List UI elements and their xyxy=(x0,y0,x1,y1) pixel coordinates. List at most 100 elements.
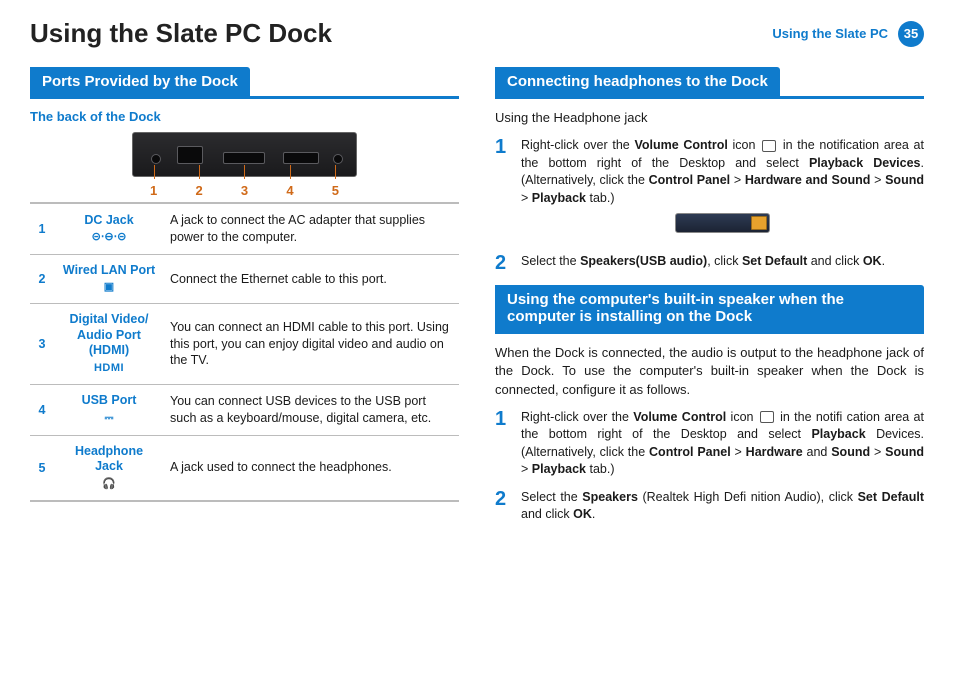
text: > xyxy=(731,445,746,459)
table-row: 1 DC Jack ⊝⋅⊖⋅⊝ A jack to connect the AC… xyxy=(30,203,459,254)
usb-icon: ⎓ xyxy=(60,412,158,426)
step-number: 2 xyxy=(495,253,511,273)
section-heading-label: Connecting headphones to the Dock xyxy=(495,67,780,96)
bold: Hardware and Sound xyxy=(745,173,871,187)
port-label: USB Port ⎓ xyxy=(54,384,164,435)
bold: Playback Devices xyxy=(809,156,921,170)
port-usb-icon xyxy=(283,152,319,164)
text: Select the xyxy=(521,254,580,268)
port-label-text: Headphone Jack xyxy=(75,444,143,474)
text: and click xyxy=(521,507,573,521)
page-title: Using the Slate PC Dock xyxy=(30,18,332,49)
callout-5: 5 xyxy=(332,183,339,198)
section-heading: Ports Provided by the Dock xyxy=(30,67,459,99)
dc-jack-icon: ⊝⋅⊖⋅⊝ xyxy=(60,231,158,245)
text: icon xyxy=(726,410,758,424)
ports-table: 1 DC Jack ⊝⋅⊖⋅⊝ A jack to connect the AC… xyxy=(30,202,459,502)
text: . xyxy=(592,507,595,521)
headphone-icon: 🎧 xyxy=(60,478,158,492)
port-label: Digital Video/ Audio Port (HDMI) HDMI xyxy=(54,304,164,385)
step-body: Right-click over the Volume Control icon… xyxy=(521,409,924,479)
bold: Playback xyxy=(532,462,586,476)
port-hdmi-icon xyxy=(223,152,265,164)
step-body: Right-click over the Volume Control icon… xyxy=(521,137,924,243)
step-item: 1 Right-click over the Volume Control ic… xyxy=(495,409,924,479)
port-label-text: USB Port xyxy=(82,393,137,407)
steps-list-a: 1 Right-click over the Volume Control ic… xyxy=(495,137,924,273)
callout-2: 2 xyxy=(195,183,202,198)
bold: Set Default xyxy=(742,254,807,268)
callout-1: 1 xyxy=(150,183,157,198)
step-body: Select the Speakers (Realtek High Defi n… xyxy=(521,489,924,524)
section-heading: Using the computer's built-in speaker wh… xyxy=(495,285,924,334)
step-item: 1 Right-click over the Volume Control ic… xyxy=(495,137,924,243)
table-row: 3 Digital Video/ Audio Port (HDMI) HDMI … xyxy=(30,304,459,385)
page-header-right: Using the Slate PC 35 xyxy=(772,21,924,47)
section-heading-label: Ports Provided by the Dock xyxy=(30,67,250,96)
bold: Playback xyxy=(811,427,865,441)
text: icon xyxy=(728,138,760,152)
text: , click xyxy=(707,254,742,268)
bold: OK xyxy=(573,507,592,521)
bold: Speakers(USB audio) xyxy=(580,254,707,268)
right-column: Connecting headphones to the Dock Using … xyxy=(495,67,924,536)
bold: OK xyxy=(863,254,882,268)
step-item: 2 Select the Speakers(USB audio), click … xyxy=(495,253,924,273)
page-number-badge: 35 xyxy=(898,21,924,47)
step-number: 2 xyxy=(495,489,511,524)
callout-3: 3 xyxy=(241,183,248,198)
section-heading-label: Using the computer's built-in speaker wh… xyxy=(495,285,924,331)
text: > xyxy=(870,445,885,459)
bold: Sound xyxy=(831,445,870,459)
port-desc: You can connect USB devices to the USB p… xyxy=(164,384,459,435)
port-desc: A jack used to connect the headphones. xyxy=(164,435,459,501)
table-row: 5 Headphone Jack 🎧 A jack used to connec… xyxy=(30,435,459,501)
bold: Control Panel xyxy=(649,173,731,187)
port-number: 4 xyxy=(30,384,54,435)
sub-heading: The back of the Dock xyxy=(30,109,459,124)
port-headphone-icon xyxy=(333,154,343,164)
tray-speaker-icon xyxy=(751,216,767,230)
port-number: 2 xyxy=(30,254,54,303)
section-name: Using the Slate PC xyxy=(772,26,888,41)
table-row: 4 USB Port ⎓ You can connect USB devices… xyxy=(30,384,459,435)
volume-icon xyxy=(760,411,774,423)
volume-icon xyxy=(762,140,776,152)
table-row: 2 Wired LAN Port ▣ Connect the Ethernet … xyxy=(30,254,459,303)
port-number: 1 xyxy=(30,203,54,254)
port-label: Wired LAN Port ▣ xyxy=(54,254,164,303)
callout-4: 4 xyxy=(286,183,293,198)
text: tab.) xyxy=(586,191,615,205)
bold: Volume Control xyxy=(634,138,727,152)
text: > xyxy=(870,173,885,187)
intro-text: Using the Headphone jack xyxy=(495,109,924,127)
port-number: 3 xyxy=(30,304,54,385)
port-label: DC Jack ⊝⋅⊖⋅⊝ xyxy=(54,203,164,254)
step-item: 2 Select the Speakers (Realtek High Defi… xyxy=(495,489,924,524)
bold: Hardware xyxy=(746,445,803,459)
bold: Sound xyxy=(885,445,924,459)
lan-icon: ▣ xyxy=(60,281,158,295)
text: and xyxy=(803,445,832,459)
text: Right-click over the xyxy=(521,410,633,424)
step-number: 1 xyxy=(495,409,511,479)
port-desc: Connect the Ethernet cable to this port. xyxy=(164,254,459,303)
port-callouts: 1 2 3 4 5 xyxy=(132,183,357,198)
step-body: Select the Speakers(USB audio), click Se… xyxy=(521,253,924,273)
intro-text: When the Dock is connected, the audio is… xyxy=(495,344,924,399)
text: > xyxy=(521,462,532,476)
left-column: Ports Provided by the Dock The back of t… xyxy=(30,67,459,536)
text: > xyxy=(730,173,745,187)
text: and click xyxy=(807,254,863,268)
port-label-text: DC Jack xyxy=(84,213,133,227)
hdmi-icon: HDMI xyxy=(60,362,158,376)
tray-image xyxy=(675,213,770,233)
port-dc-icon xyxy=(151,154,161,164)
port-label: Headphone Jack 🎧 xyxy=(54,435,164,501)
bold: Volume Control xyxy=(633,410,726,424)
text: . xyxy=(882,254,885,268)
port-number: 5 xyxy=(30,435,54,501)
text: (Realtek High Defi nition Audio), click xyxy=(638,490,858,504)
bold: Control Panel xyxy=(649,445,731,459)
port-label-text: Digital Video/ Audio Port (HDMI) xyxy=(70,312,149,357)
